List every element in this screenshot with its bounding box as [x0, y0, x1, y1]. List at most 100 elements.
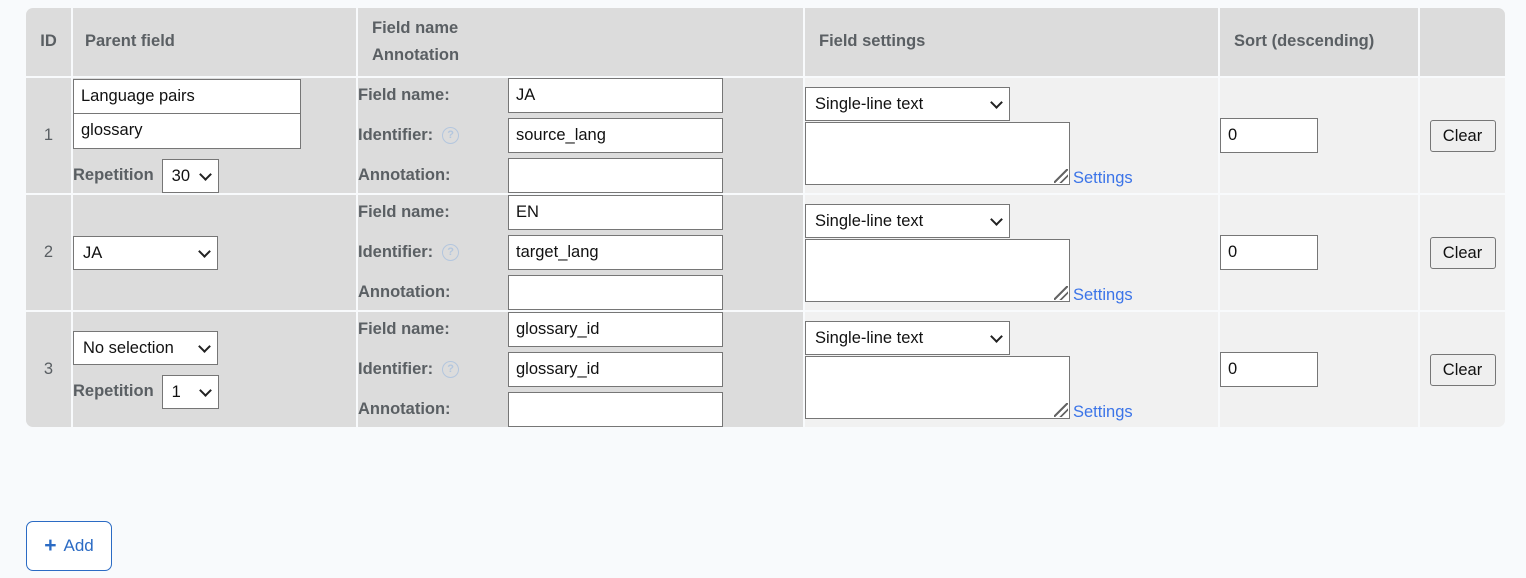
field-settings-textarea-wrap[interactable]: [805, 356, 1070, 419]
header-parent-field: Parent field: [73, 8, 358, 78]
field-settings-cell: Single-line text Settings: [805, 312, 1220, 427]
field-name-cell: Field name: Identifier:? Annotation:: [358, 78, 805, 195]
help-icon[interactable]: ?: [442, 127, 459, 144]
sort-cell: [1220, 78, 1420, 195]
clear-cell: Clear: [1420, 195, 1505, 312]
help-icon[interactable]: ?: [442, 361, 459, 378]
field-settings-textarea-wrap[interactable]: [805, 122, 1070, 185]
table-row: 2 JA Field name: Identifier:? Annotation: Sin…: [26, 195, 1505, 312]
clear-button[interactable]: Clear: [1430, 354, 1496, 386]
sort-cell: [1220, 312, 1420, 427]
parent-field-select-value: JA: [83, 244, 102, 262]
chevron-down-icon: [990, 96, 1003, 109]
row-id-cell: 1: [26, 78, 73, 195]
repetition-select[interactable]: 1: [162, 375, 219, 409]
field-configuration-page: ID Parent field Field name Annotation Fi…: [0, 0, 1526, 578]
help-icon[interactable]: ?: [442, 244, 459, 261]
parent-field-cell: Repetition 30: [73, 78, 358, 195]
parent-field-key-input[interactable]: [73, 114, 301, 149]
header-field-name-line2: Annotation: [372, 42, 803, 69]
identifier-label-wrap: Identifier:?: [358, 126, 508, 145]
resize-handle-icon[interactable]: [1054, 286, 1068, 300]
field-name-cell: Field name: Identifier:? Annotation:: [358, 312, 805, 427]
clear-button[interactable]: Clear: [1430, 120, 1496, 152]
sort-input[interactable]: [1220, 118, 1318, 153]
resize-handle-icon[interactable]: [1054, 403, 1068, 417]
parent-field-cell: JA: [73, 195, 358, 312]
table-row: 3No selectionRepetition1Field name:Ident…: [26, 312, 1505, 427]
field-type-select[interactable]: Single-line text: [805, 321, 1010, 355]
field-settings-textarea[interactable]: [806, 357, 1069, 418]
identifier-input[interactable]: [508, 352, 723, 387]
settings-link[interactable]: Settings: [1073, 286, 1133, 305]
header-field-settings: Field settings: [805, 8, 1220, 78]
field-settings-textarea[interactable]: [806, 123, 1069, 184]
row-id-cell: 2: [26, 195, 73, 312]
identifier-label: Identifier:: [358, 243, 433, 262]
field-type-select[interactable]: Single-line text: [805, 87, 1010, 121]
identifier-input[interactable]: [508, 118, 723, 153]
repetition-row: Repetition 30: [73, 159, 356, 193]
chevron-down-icon: [198, 340, 211, 353]
field-name-input[interactable]: [508, 78, 723, 113]
resize-handle-icon[interactable]: [1054, 169, 1068, 183]
sort-input[interactable]: [1220, 352, 1318, 387]
header-field-name: Field name Annotation: [358, 8, 805, 78]
settings-link[interactable]: Settings: [1073, 169, 1133, 188]
field-settings-row: Settings: [805, 355, 1218, 419]
field-type-select-value: Single-line text: [815, 329, 923, 347]
chevron-down-icon: [199, 384, 212, 397]
field-name-input[interactable]: [508, 312, 723, 347]
header-actions: [1420, 8, 1505, 78]
field-name-input[interactable]: [508, 195, 723, 230]
chevron-down-icon: [990, 330, 1003, 343]
field-name-grid: Field name: Identifier:? Annotation:: [358, 78, 803, 193]
field-type-select-value: Single-line text: [815, 95, 923, 113]
clear-button[interactable]: Clear: [1430, 237, 1496, 269]
annotation-input[interactable]: [508, 158, 723, 193]
add-button[interactable]: + Add: [26, 521, 112, 571]
chevron-down-icon: [198, 245, 211, 258]
field-settings-cell: Single-line text Settings: [805, 78, 1220, 195]
annotation-label: Annotation:: [358, 166, 451, 185]
repetition-label: Repetition: [73, 166, 154, 185]
field-type-select-value: Single-line text: [815, 212, 923, 230]
annotation-label: Annotation:: [358, 283, 451, 302]
parent-field-select-value: No selection: [83, 339, 174, 357]
identifier-input[interactable]: [508, 235, 723, 270]
parent-field-select[interactable]: JA: [73, 236, 218, 270]
field-name-label: Field name:: [358, 320, 450, 339]
annotation-label-wrap: Annotation:: [358, 400, 508, 419]
clear-cell: Clear: [1420, 312, 1505, 427]
field-type-select[interactable]: Single-line text: [805, 204, 1010, 238]
settings-link[interactable]: Settings: [1073, 403, 1133, 422]
field-name-label: Field name:: [358, 86, 450, 105]
field-name-label-wrap: Field name:: [358, 86, 508, 105]
field-name-label-wrap: Field name:: [358, 203, 508, 222]
table-header: ID Parent field Field name Annotation Fi…: [26, 8, 1505, 78]
annotation-label-wrap: Annotation:: [358, 166, 508, 185]
repetition-label: Repetition: [73, 382, 154, 401]
add-button-label: Add: [64, 536, 94, 556]
parent-field-name-input[interactable]: [73, 79, 301, 114]
annotation-input[interactable]: [508, 275, 723, 310]
repetition-select-value: 1: [172, 383, 181, 401]
field-settings-textarea-wrap[interactable]: [805, 239, 1070, 302]
chevron-down-icon: [199, 168, 212, 181]
field-settings-textarea[interactable]: [806, 240, 1069, 301]
header-field-name-line1: Field name: [372, 15, 803, 42]
identifier-label-wrap: Identifier:?: [358, 360, 508, 379]
identifier-label: Identifier:: [358, 126, 433, 145]
parent-field-select[interactable]: No selection: [73, 331, 218, 365]
field-settings-row: Settings: [805, 121, 1218, 185]
sort-input[interactable]: [1220, 235, 1318, 270]
field-name-label: Field name:: [358, 203, 450, 222]
clear-cell: Clear: [1420, 78, 1505, 195]
chevron-down-icon: [990, 213, 1003, 226]
annotation-input[interactable]: [508, 392, 723, 427]
field-settings-row: Settings: [805, 238, 1218, 302]
field-name-label-wrap: Field name:: [358, 320, 508, 339]
header-sort: Sort (descending): [1220, 8, 1420, 78]
field-configuration-table: ID Parent field Field name Annotation Fi…: [26, 8, 1505, 427]
repetition-select[interactable]: 30: [162, 159, 219, 193]
